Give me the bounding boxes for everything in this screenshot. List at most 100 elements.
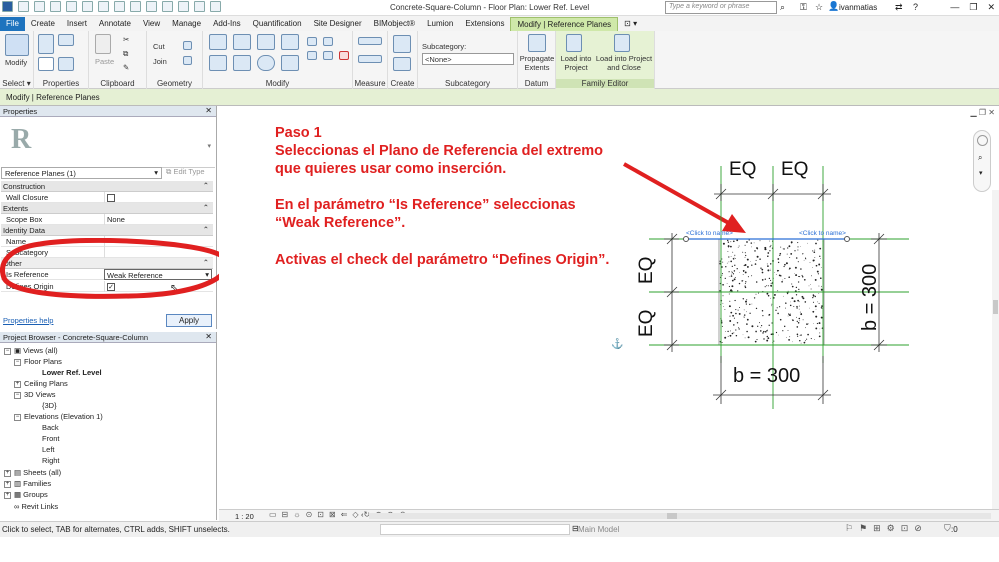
dimension-icon[interactable] — [358, 55, 382, 63]
create-similar-icon[interactable] — [393, 35, 411, 53]
eq-label-left-bottom[interactable]: EQ — [636, 310, 657, 337]
paste-label[interactable]: Paste — [95, 57, 114, 66]
collapse-icon[interactable]: ⌃ — [203, 225, 209, 234]
close-icon[interactable]: ✕ — [205, 332, 212, 341]
tree-front[interactable]: Front — [42, 434, 60, 443]
close-icon[interactable]: ✕ — [205, 106, 212, 115]
tab-lumion[interactable]: Lumion — [421, 17, 459, 31]
close-hidden-icon[interactable] — [194, 1, 205, 12]
mirror-axis-icon[interactable] — [257, 34, 275, 50]
user-name[interactable]: ivanmatias — [839, 3, 877, 12]
tab-modify-reference-planes[interactable]: Modify | Reference Planes — [510, 17, 619, 31]
eq-label-top-left[interactable]: EQ — [729, 159, 756, 180]
expand-icon[interactable]: + — [14, 380, 21, 388]
tab-overflow-dropdown[interactable]: ⊡ ▾ — [618, 17, 643, 31]
switch-windows-icon[interactable] — [210, 1, 221, 12]
tab-site-designer[interactable]: Site Designer — [308, 17, 368, 31]
properties-icon[interactable] — [38, 34, 54, 54]
tab-extensions[interactable]: Extensions — [459, 17, 510, 31]
tree-right[interactable]: Right — [42, 456, 60, 465]
search-input[interactable]: Type a keyword or phrase — [665, 1, 777, 14]
paste-icon[interactable] — [95, 34, 111, 54]
text-icon[interactable] — [130, 1, 141, 12]
scroll-left-icon[interactable]: ‹ — [361, 510, 364, 519]
wall-joins-icon[interactable] — [183, 41, 192, 50]
tab-bimobject[interactable]: BIMobject® — [368, 17, 421, 31]
section-construction[interactable]: Construction ⌃ — [1, 181, 213, 192]
save-icon[interactable] — [34, 1, 45, 12]
drawing-canvas[interactable]: Paso 1 Seleccionas el Plano de Referenci… — [219, 106, 999, 520]
tree-families[interactable]: + ▥ Families — [4, 479, 51, 488]
selection-option-icons[interactable]: ⚐⚑⊞⚙⊡⊘ — [845, 523, 928, 534]
cut-geometry-button[interactable]: Cut — [153, 42, 165, 51]
collapse-icon[interactable]: ⌃ — [203, 181, 209, 190]
model-select[interactable]: Main Model — [578, 525, 619, 534]
section-identity-data[interactable]: Identity Data ⌃ — [1, 225, 213, 236]
scale-icon[interactable] — [307, 51, 317, 60]
maximize-icon[interactable]: ❐ — [969, 2, 977, 13]
propagate-extents-button[interactable]: Propagate Extents — [518, 54, 556, 72]
tab-add-ins[interactable]: Add-Ins — [207, 17, 247, 31]
binoculars-icon[interactable]: ⌕ — [780, 2, 785, 13]
collapse-icon[interactable]: − — [14, 391, 21, 399]
modify-button-label[interactable]: Modify — [5, 58, 27, 67]
sync-icon[interactable] — [50, 1, 61, 12]
expand-icon[interactable]: + — [4, 469, 11, 477]
type-selector[interactable]: Reference Planes (1) ▾ — [1, 167, 162, 179]
select-dropdown[interactable]: Select ▾ — [0, 79, 33, 88]
pin-icon[interactable] — [323, 51, 333, 60]
undo-icon[interactable] — [66, 1, 77, 12]
measure-distance-icon[interactable] — [358, 37, 382, 45]
array-icon[interactable] — [323, 37, 333, 46]
star-icon[interactable]: ☆ — [815, 2, 823, 13]
tab-create[interactable]: Create — [25, 17, 61, 31]
split-icon[interactable] — [307, 37, 317, 46]
create-group-icon[interactable] — [393, 57, 411, 71]
collapse-icon[interactable]: − — [14, 358, 21, 366]
tree-ceiling-plans[interactable]: + Ceiling Plans — [14, 379, 68, 388]
family-category-icon[interactable] — [58, 57, 74, 71]
user-icon[interactable]: 👤 — [828, 1, 839, 12]
delete-icon[interactable] — [339, 51, 349, 60]
cut-icon[interactable]: ✂ — [123, 35, 129, 44]
close-icon[interactable]: ✕ — [988, 108, 995, 117]
load-close-icon[interactable] — [614, 34, 630, 52]
tree-lower-ref-level[interactable]: Lower Ref. Level — [42, 368, 102, 377]
restore-icon[interactable]: ❐ — [979, 108, 986, 117]
collapse-icon[interactable]: − — [14, 413, 21, 421]
scope-box-value[interactable]: None — [104, 214, 212, 225]
thin-lines-icon[interactable] — [178, 1, 189, 12]
print-icon[interactable] — [98, 1, 109, 12]
tree-groups[interactable]: + ▦ Groups — [4, 490, 48, 499]
subcategory-select[interactable]: <None> — [422, 53, 514, 65]
horizontal-scrollbar[interactable] — [369, 513, 991, 519]
paint-icon[interactable] — [183, 56, 192, 65]
3d-view-icon[interactable] — [146, 1, 157, 12]
move-icon[interactable] — [209, 55, 227, 71]
click-to-name-label[interactable]: <Click to name> — [799, 230, 846, 237]
load-into-project-icon[interactable] — [566, 34, 582, 52]
vertical-scrollbar[interactable] — [992, 190, 999, 520]
tree-back[interactable]: Back — [42, 423, 59, 432]
copy-element-icon[interactable] — [233, 55, 251, 71]
tab-file[interactable]: File — [0, 17, 25, 31]
wall-closure-checkbox[interactable] — [107, 194, 115, 203]
tree-3d[interactable]: {3D} — [42, 401, 57, 410]
expand-icon[interactable]: + — [4, 491, 11, 499]
tree-3d-views[interactable]: −3D Views — [14, 390, 56, 399]
tree-floor-plans[interactable]: − Floor Plans — [14, 357, 62, 366]
expand-icon[interactable]: + — [4, 480, 11, 488]
exchange-icon[interactable]: ⇄ — [895, 2, 903, 13]
trim-icon[interactable] — [281, 55, 299, 71]
apply-button[interactable]: Apply — [166, 314, 212, 327]
propagate-extents-icon[interactable] — [528, 34, 546, 52]
ref-plane-end-handle[interactable] — [844, 236, 850, 242]
join-geometry-button[interactable]: Join — [153, 57, 167, 66]
load-into-project-close-button[interactable]: Load into Project and Close — [594, 54, 654, 72]
tab-quantification[interactable]: Quantification — [247, 17, 308, 31]
match-properties-icon[interactable]: ✎ — [123, 63, 129, 72]
load-into-project-button[interactable]: Load into Project — [558, 54, 594, 72]
tree-sheets[interactable]: + ▤ Sheets (all) — [4, 468, 61, 477]
redo-icon[interactable] — [82, 1, 93, 12]
family-types-icon[interactable] — [38, 57, 54, 71]
